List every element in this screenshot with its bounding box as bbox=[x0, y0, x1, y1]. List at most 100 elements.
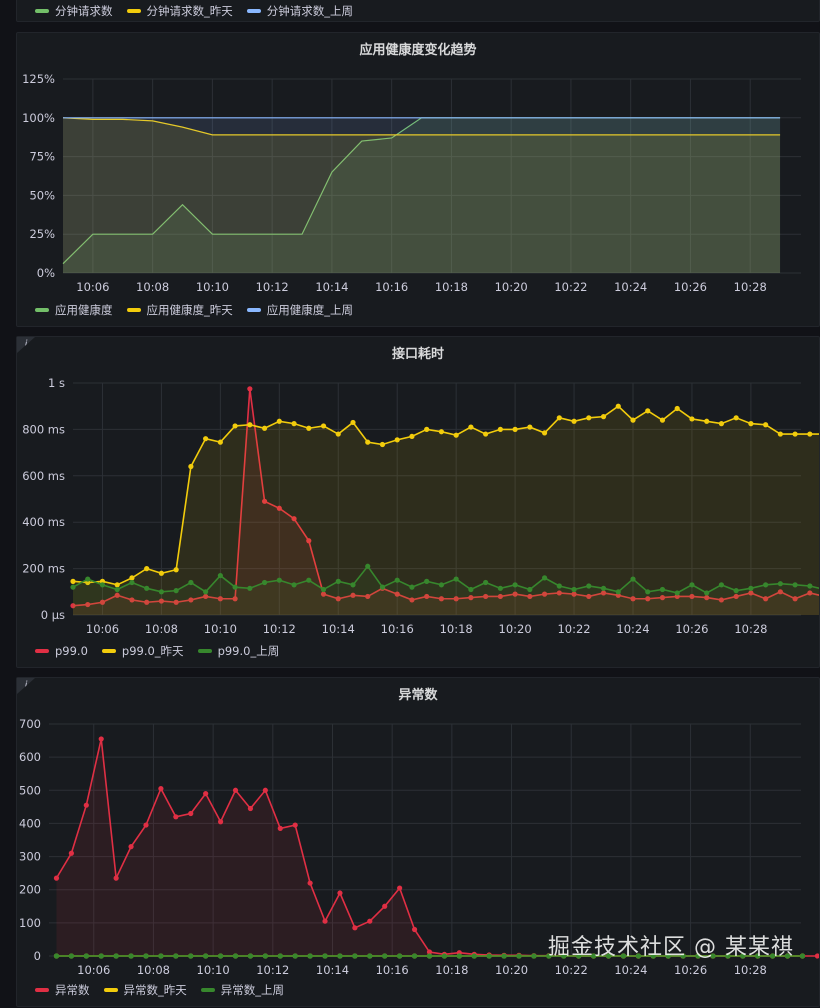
y-tick-label: 0% bbox=[37, 266, 55, 280]
data-point bbox=[84, 803, 89, 808]
legend-item[interactable]: 异常数_上周 bbox=[201, 982, 284, 998]
legend-label: 异常数_昨天 bbox=[124, 982, 187, 998]
legend-item[interactable]: 应用健康度_上周 bbox=[247, 302, 353, 318]
data-point bbox=[412, 927, 417, 932]
legend-item[interactable]: 应用健康度 bbox=[35, 302, 113, 318]
legend-swatch bbox=[35, 9, 49, 13]
data-point bbox=[483, 431, 488, 436]
data-point bbox=[99, 736, 104, 741]
x-tick-label: 10:08 bbox=[136, 280, 169, 294]
data-point bbox=[218, 819, 223, 824]
panel-title[interactable]: 异常数 bbox=[17, 684, 819, 703]
legend-item[interactable]: p99.0_上周 bbox=[198, 643, 280, 659]
legend-item-requests[interactable]: 分钟请求数 bbox=[35, 3, 113, 19]
data-point bbox=[321, 587, 326, 592]
x-tick-label: 10:18 bbox=[435, 280, 468, 294]
data-point bbox=[247, 586, 252, 591]
legend-swatch bbox=[102, 649, 116, 653]
x-tick-label: 10:22 bbox=[555, 963, 588, 977]
data-point bbox=[778, 431, 783, 436]
data-point bbox=[158, 786, 163, 791]
y-tick-label: 400 ms bbox=[22, 515, 65, 529]
data-point bbox=[800, 953, 805, 958]
y-tick-label: 1 s bbox=[48, 376, 65, 390]
legend-item-requests-yesterday[interactable]: 分钟请求数_昨天 bbox=[127, 3, 233, 19]
data-point bbox=[498, 586, 503, 591]
data-point bbox=[424, 579, 429, 584]
data-point bbox=[763, 582, 768, 587]
data-point bbox=[748, 421, 753, 426]
x-tick-label: 10:18 bbox=[435, 963, 468, 977]
data-point bbox=[54, 876, 59, 881]
data-point bbox=[380, 442, 385, 447]
legend-item[interactable]: 异常数 bbox=[35, 982, 90, 998]
data-point bbox=[412, 953, 417, 958]
x-tick-label: 10:24 bbox=[614, 280, 647, 294]
data-point bbox=[382, 953, 387, 958]
data-point bbox=[586, 415, 591, 420]
data-point bbox=[291, 582, 296, 587]
legend-swatch bbox=[201, 988, 215, 992]
legend-item[interactable]: p99.0_昨天 bbox=[102, 643, 184, 659]
data-point bbox=[498, 427, 503, 432]
data-point bbox=[734, 415, 739, 420]
data-point bbox=[277, 419, 282, 424]
data-point bbox=[675, 406, 680, 411]
data-point bbox=[173, 814, 178, 819]
series-area bbox=[63, 118, 780, 273]
data-point bbox=[645, 589, 650, 594]
x-tick-label: 10:06 bbox=[77, 963, 110, 977]
data-point bbox=[778, 581, 783, 586]
y-tick-label: 300 bbox=[19, 850, 41, 864]
data-point bbox=[336, 579, 341, 584]
data-point bbox=[571, 587, 576, 592]
data-point bbox=[188, 464, 193, 469]
legend-item-requests-lastweek[interactable]: 分钟请求数_上周 bbox=[247, 3, 353, 19]
data-point bbox=[100, 582, 105, 587]
y-tick-label: 100 bbox=[19, 916, 41, 930]
data-point bbox=[233, 953, 238, 958]
data-point bbox=[336, 431, 341, 436]
data-point bbox=[380, 585, 385, 590]
legend-swatch bbox=[104, 988, 118, 992]
legend-swatch bbox=[127, 9, 141, 13]
x-tick-label: 10:10 bbox=[196, 280, 229, 294]
data-point bbox=[129, 580, 134, 585]
legend-item[interactable]: 异常数_昨天 bbox=[104, 982, 187, 998]
data-point bbox=[278, 826, 283, 831]
legend-item[interactable]: 应用健康度_昨天 bbox=[127, 302, 233, 318]
data-point bbox=[129, 575, 134, 580]
data-point bbox=[395, 578, 400, 583]
y-tick-label: 400 bbox=[19, 816, 41, 830]
legend-swatch bbox=[35, 988, 49, 992]
x-tick-label: 10:16 bbox=[376, 963, 409, 977]
data-point bbox=[69, 851, 74, 856]
data-point bbox=[174, 567, 179, 572]
panel-requests-tail: 分钟请求数 分钟请求数_昨天 分钟请求数_上周 bbox=[16, 0, 820, 22]
panel-title[interactable]: 接口耗时 bbox=[17, 343, 819, 362]
x-tick-label: 10:22 bbox=[557, 622, 590, 636]
data-point bbox=[793, 582, 798, 587]
legend-item[interactable]: p99.0 bbox=[35, 644, 88, 658]
panel-title[interactable]: 应用健康度变化趋势 bbox=[17, 39, 819, 58]
data-point bbox=[159, 589, 164, 594]
x-tick-label: 10:20 bbox=[495, 280, 528, 294]
y-tick-label: 125% bbox=[22, 72, 55, 86]
data-point bbox=[337, 953, 342, 958]
exceptions-chart: 010020030040050060070010:0610:0810:1010:… bbox=[17, 708, 819, 1008]
data-point bbox=[367, 953, 372, 958]
data-point bbox=[174, 588, 179, 593]
legend-swatch bbox=[35, 649, 49, 653]
data-point bbox=[397, 953, 402, 958]
data-point bbox=[293, 953, 298, 958]
data-point bbox=[293, 822, 298, 827]
data-point bbox=[542, 575, 547, 580]
data-point bbox=[114, 953, 119, 958]
x-tick-label: 10:08 bbox=[145, 622, 178, 636]
data-point bbox=[675, 590, 680, 595]
legend-label: 分钟请求数_上周 bbox=[267, 3, 353, 19]
exceptions-legend: 异常数 异常数_昨天异常数_上周 bbox=[35, 982, 284, 998]
data-point bbox=[793, 431, 798, 436]
x-tick-label: 10:16 bbox=[375, 280, 408, 294]
x-tick-label: 10:28 bbox=[734, 963, 767, 977]
